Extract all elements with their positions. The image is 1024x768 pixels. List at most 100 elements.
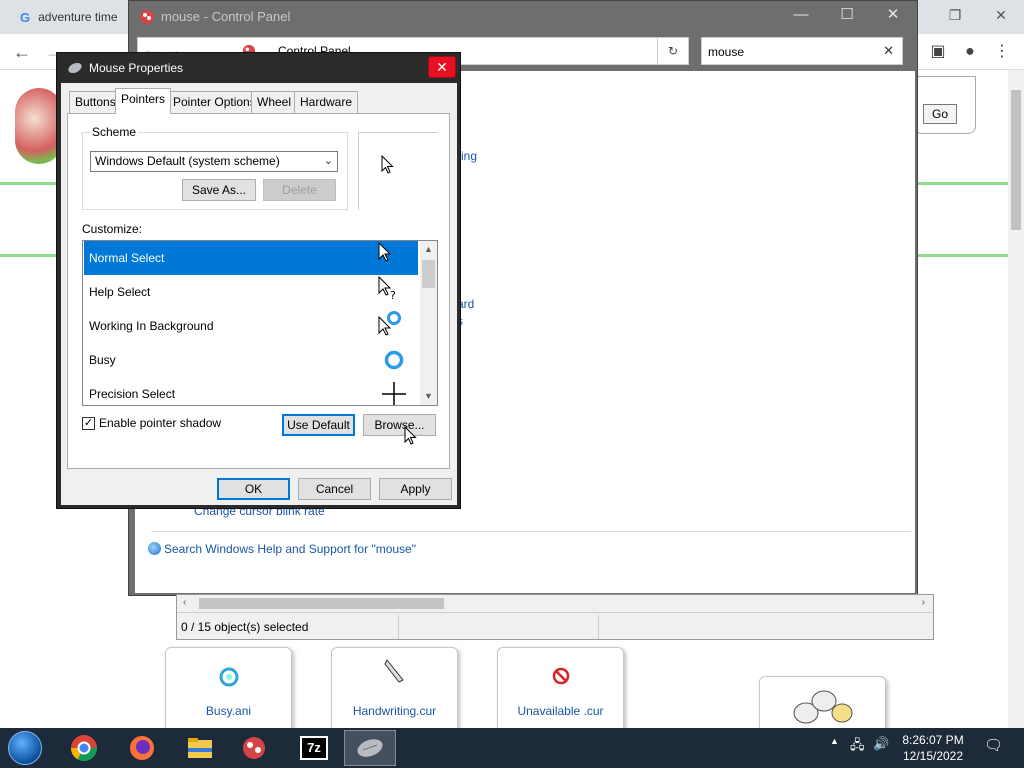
taskbar-mouse-app[interactable] <box>228 730 280 766</box>
unavailable-cursor-icon <box>552 667 569 685</box>
taskbar-firefox[interactable] <box>116 730 168 766</box>
dialog-body: Buttons Pointers Pointer Options Wheel H… <box>61 83 457 505</box>
mouse-pointer-icon <box>404 426 417 445</box>
pen-cursor-icon <box>383 659 404 683</box>
browser-scrollbar-thumb[interactable] <box>1011 90 1021 230</box>
tab-pointers[interactable]: Pointers <box>115 88 172 114</box>
refresh-icon[interactable]: ↻ <box>657 37 689 65</box>
list-item-help-select[interactable]: Help Select ? <box>84 275 418 309</box>
notifications-icon[interactable]: 🗨 <box>984 736 1003 754</box>
7zip-icon: 7z <box>300 736 328 760</box>
enable-shadow-label: Enable pointer shadow <box>99 416 222 430</box>
help-search-link[interactable]: Search Windows Help and Support for "mou… <box>148 542 416 556</box>
tray-expand-icon[interactable]: ▲ <box>830 736 839 746</box>
horizontal-scrollbar-thumb[interactable] <box>199 598 444 609</box>
firefox-icon <box>130 736 154 760</box>
browser-back-icon[interactable]: ← <box>10 40 34 64</box>
scheme-value: Windows Default (system scheme) <box>95 154 280 168</box>
status-separator <box>398 615 399 639</box>
start-button[interactable] <box>8 731 42 765</box>
list-item-label: Precision Select <box>89 387 176 401</box>
taskbar-explorer[interactable] <box>174 730 226 766</box>
save-as-button[interactable]: Save As... <box>182 179 256 201</box>
close-button[interactable]: ✕ <box>873 5 913 27</box>
list-item-label: Busy <box>89 353 116 367</box>
sidebar-toggle-icon[interactable]: ▣ <box>926 40 950 64</box>
folder-icon <box>188 738 212 758</box>
browser-close-icon[interactable]: ✕ <box>978 0 1024 30</box>
file-tile-unavailable[interactable]: Unavailable .cur <box>497 647 624 731</box>
clock-time: 8:26:07 PM <box>902 733 964 747</box>
dialog-title: Mouse Properties <box>89 61 184 75</box>
file-tile-handwriting[interactable]: Handwriting.cur <box>331 647 458 731</box>
help-cursor-icon: ? <box>378 275 396 302</box>
taskbar-clock[interactable]: 8:26:07 PM 12/15/2022 <box>898 732 968 764</box>
scroll-up-icon[interactable]: ▲ <box>420 241 437 258</box>
ok-button[interactable]: OK <box>217 478 290 500</box>
list-item-normal-select[interactable]: Normal Select <box>84 241 418 275</box>
taskbar-7zip[interactable]: 7z <box>288 730 340 766</box>
explorer-status-panel: ‹ › 0 / 15 object(s) selected <box>176 594 934 640</box>
list-item-working-in-background[interactable]: Working In Background <box>84 309 418 343</box>
browse-button[interactable]: Browse... <box>363 414 436 436</box>
horizontal-scrollbar[interactable]: ‹ › <box>177 595 933 613</box>
mouse-app-icon <box>140 10 154 24</box>
svg-text:?: ? <box>390 289 396 302</box>
taskbar-chrome[interactable] <box>58 730 110 766</box>
apply-button[interactable]: Apply <box>379 478 452 500</box>
help-search-text: Search Windows Help and Support for "mou… <box>164 542 416 556</box>
volume-icon[interactable]: 🔊 <box>873 736 889 752</box>
list-item-label: Help Select <box>89 285 151 299</box>
list-item-precision-select[interactable]: Precision Select <box>84 377 418 405</box>
mouse-icon <box>68 62 82 74</box>
control-panel-title: mouse - Control Panel <box>161 9 291 24</box>
tab-hardware[interactable]: Hardware <box>294 91 359 113</box>
cartoon-cursor-icon <box>793 690 852 724</box>
pointer-list-scroll-thumb[interactable] <box>422 260 435 288</box>
tab-wheel[interactable]: Wheel <box>251 91 298 113</box>
help-globe-icon <box>148 542 161 555</box>
use-default-button[interactable]: Use Default <box>282 414 355 436</box>
go-button[interactable]: Go <box>923 104 957 124</box>
maximize-button[interactable]: ☐ <box>827 5 867 27</box>
pointer-list[interactable]: Normal Select Help Select ? Working In B… <box>82 240 438 406</box>
file-name: Busy.ani <box>205 704 252 718</box>
network-icon[interactable]: 🖧 <box>850 736 865 758</box>
file-name: Handwriting.cur <box>352 704 437 718</box>
mouse-icon <box>357 739 383 757</box>
pointer-list-scrollbar[interactable]: ▲ ▼ <box>420 241 437 405</box>
status-separator <box>598 615 599 639</box>
chrome-icon <box>70 735 98 762</box>
search-input[interactable]: mouse ✕ <box>701 37 903 65</box>
busy-cursor-icon <box>384 350 404 370</box>
chevron-down-icon: ⌄ <box>323 155 333 167</box>
tab-pointer-options[interactable]: Pointer Options <box>167 91 262 113</box>
profile-icon[interactable]: ● <box>958 40 982 64</box>
scheme-select[interactable]: Windows Default (system scheme) ⌄ <box>90 151 338 172</box>
dialog-close-button[interactable]: ✕ <box>428 56 456 78</box>
browser-tab[interactable]: G adventure time <box>8 0 128 34</box>
scroll-down-icon[interactable]: ▼ <box>420 388 437 405</box>
tab-buttons[interactable]: Buttons <box>69 91 122 113</box>
cancel-button[interactable]: Cancel <box>298 478 371 500</box>
google-icon: G <box>20 9 31 25</box>
scroll-right-icon[interactable]: › <box>922 597 925 608</box>
scroll-left-icon[interactable]: ‹ <box>183 597 186 608</box>
list-item-busy[interactable]: Busy <box>84 343 418 377</box>
clear-search-icon[interactable]: ✕ <box>883 43 894 59</box>
taskbar-mouse-properties[interactable] <box>344 730 396 766</box>
delete-button[interactable]: Delete <box>263 179 336 201</box>
enable-shadow-checkbox[interactable]: ✓ <box>82 416 95 430</box>
scheme-label: Scheme <box>90 125 139 139</box>
minimize-button[interactable]: — <box>781 5 821 27</box>
menu-kebab-icon[interactable]: ⋮ <box>990 40 1014 64</box>
working-cursor-icon <box>378 311 401 336</box>
mouse-app-icon <box>243 737 265 759</box>
pointers-tab-panel: Scheme Windows Default (system scheme) ⌄… <box>67 113 450 469</box>
file-tile-busy[interactable]: Busy.ani <box>165 647 292 731</box>
busy-cursor-icon <box>219 667 238 687</box>
dialog-titlebar: Mouse Properties ✕ <box>57 53 460 83</box>
enable-shadow-option[interactable]: ✓ Enable pointer shadow <box>82 416 221 430</box>
control-panel-titlebar: mouse - Control Panel — ☐ ✕ <box>129 1 917 33</box>
browser-restore-icon[interactable]: ❐ <box>932 0 978 30</box>
